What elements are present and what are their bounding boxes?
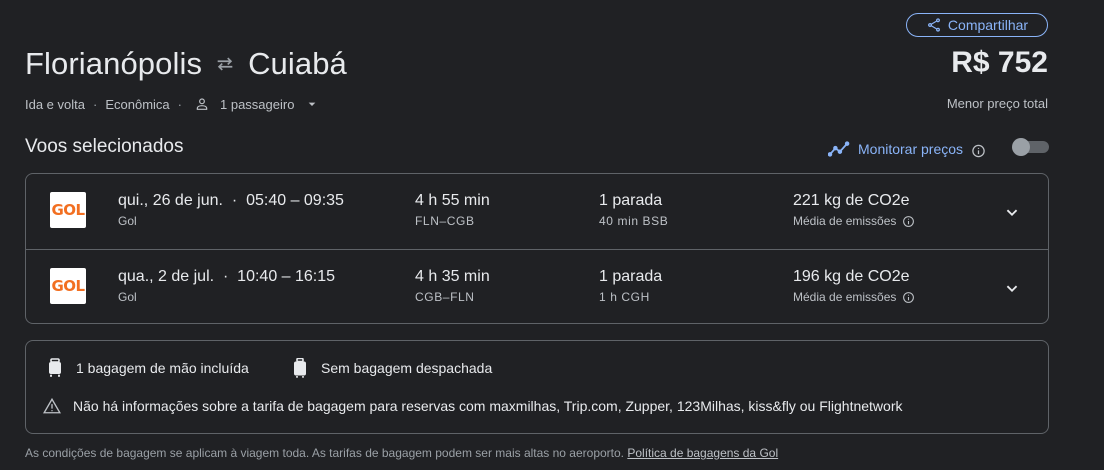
route-title: Florianópolis Cuiabá <box>25 44 347 84</box>
cabin-class: Econômica <box>105 96 170 112</box>
toggle-knob <box>1012 138 1030 156</box>
emissions-value: 196 kg de CO2e <box>793 268 910 285</box>
checked-baggage: Sem bagagem despachada <box>291 358 492 378</box>
carry-on-baggage: 1 bagagem de mão incluída <box>46 358 249 378</box>
airport-codes: CGB–FLN <box>415 290 475 304</box>
swap-arrows-icon <box>214 53 236 75</box>
carry-on-bag-icon <box>49 358 61 377</box>
warning-icon <box>43 397 61 414</box>
chevron-down-icon[interactable] <box>1001 201 1023 223</box>
suitcase-icon <box>294 358 306 378</box>
monitor-prices-button[interactable]: Monitorar preços <box>828 139 986 159</box>
passenger-count: 1 passageiro <box>220 96 295 112</box>
airline-name: Gol <box>118 290 137 304</box>
trend-icon <box>828 141 850 157</box>
layover-detail: 1 h CGH <box>599 290 650 304</box>
flight-duration: 4 h 35 min CGB–FLN <box>415 267 490 304</box>
emissions-label: Média de emissões <box>793 290 915 304</box>
dropdown-arrow-icon <box>309 102 316 106</box>
selected-flights-list: GOL qui., 26 de jun. · 05:40 – 09:35 Gol… <box>25 173 1049 324</box>
footnote-text: As condições de bagagem se aplicam à via… <box>25 446 628 460</box>
flight-duration: 4 h 55 min FLN–CGB <box>415 191 490 228</box>
flight-booking-page: Compartilhar Florianópolis Cuiabá R$ 752… <box>0 0 1104 470</box>
flight-date-time: qua., 2 de jul. · 10:40 – 16:15 <box>118 268 336 285</box>
total-price: R$ 752 <box>951 46 1048 79</box>
trip-summary: Ida e volta · Econômica · 1 passageiro <box>25 95 320 113</box>
flight-times: qui., 26 de jun. · 05:40 – 09:35 Gol <box>118 191 344 228</box>
passenger-selector[interactable]: 1 passageiro <box>194 96 320 112</box>
origin-city: Florianópolis <box>25 46 203 81</box>
price-caption: Menor preço total <box>946 96 1048 111</box>
gol-baggage-policy-link[interactable]: Política de bagagens da Gol <box>627 446 778 460</box>
destination-city: Cuiabá <box>248 46 347 81</box>
flight-date-time: qui., 26 de jun. · 05:40 – 09:35 <box>118 192 344 209</box>
monitor-prices-toggle[interactable] <box>1012 138 1049 156</box>
flight-emissions: 196 kg de CO2e Média de emissões <box>793 267 915 304</box>
info-icon[interactable] <box>902 215 915 228</box>
stops-count: 1 parada <box>599 192 663 209</box>
flight-row-outbound[interactable]: GOL qui., 26 de jun. · 05:40 – 09:35 Gol… <box>26 174 1048 249</box>
flight-times: qua., 2 de jul. · 10:40 – 16:15 Gol <box>118 267 335 304</box>
flight-stops: 1 parada 40 min BSB <box>599 191 668 228</box>
trip-type: Ida e volta <box>25 96 85 112</box>
baggage-warning: Não há informações sobre a tarifa de bag… <box>43 396 902 416</box>
selected-flights-heading: Voos selecionados <box>25 136 184 157</box>
chevron-down-icon[interactable] <box>1001 277 1023 299</box>
flight-emissions: 221 kg de CO2e Média de emissões <box>793 191 915 228</box>
stops-count: 1 parada <box>599 268 663 285</box>
share-icon <box>927 18 940 32</box>
separator-dot: · <box>93 96 98 112</box>
flight-row-return[interactable]: GOL qua., 2 de jul. · 10:40 – 16:15 Gol … <box>26 249 1048 324</box>
emissions-label: Média de emissões <box>793 214 915 228</box>
person-icon <box>196 98 208 110</box>
baggage-warning-text: Não há informações sobre a tarifa de bag… <box>73 398 903 414</box>
airport-codes: FLN–CGB <box>415 214 475 228</box>
baggage-info-panel: 1 bagagem de mão incluída Sem bagagem de… <box>25 340 1049 434</box>
carry-on-label: 1 bagagem de mão incluída <box>76 360 249 376</box>
info-icon[interactable] <box>902 291 915 304</box>
duration-value: 4 h 35 min <box>415 268 490 285</box>
gol-logo: GOL <box>50 268 86 304</box>
airline-name: Gol <box>118 214 137 228</box>
share-button[interactable]: Compartilhar <box>906 13 1048 37</box>
baggage-footnote: As condições de bagagem se aplicam à via… <box>25 446 778 460</box>
gol-logo: GOL <box>50 192 86 228</box>
duration-value: 4 h 55 min <box>415 192 490 209</box>
info-icon[interactable] <box>971 142 986 157</box>
separator-dot: · <box>177 96 182 112</box>
emissions-value: 221 kg de CO2e <box>793 192 910 209</box>
share-label: Compartilhar <box>947 17 1029 33</box>
layover-detail: 40 min BSB <box>599 214 669 228</box>
checked-baggage-label: Sem bagagem despachada <box>321 360 493 376</box>
monitor-label: Monitorar preços <box>858 141 964 157</box>
flight-stops: 1 parada 1 h CGH <box>599 267 662 304</box>
